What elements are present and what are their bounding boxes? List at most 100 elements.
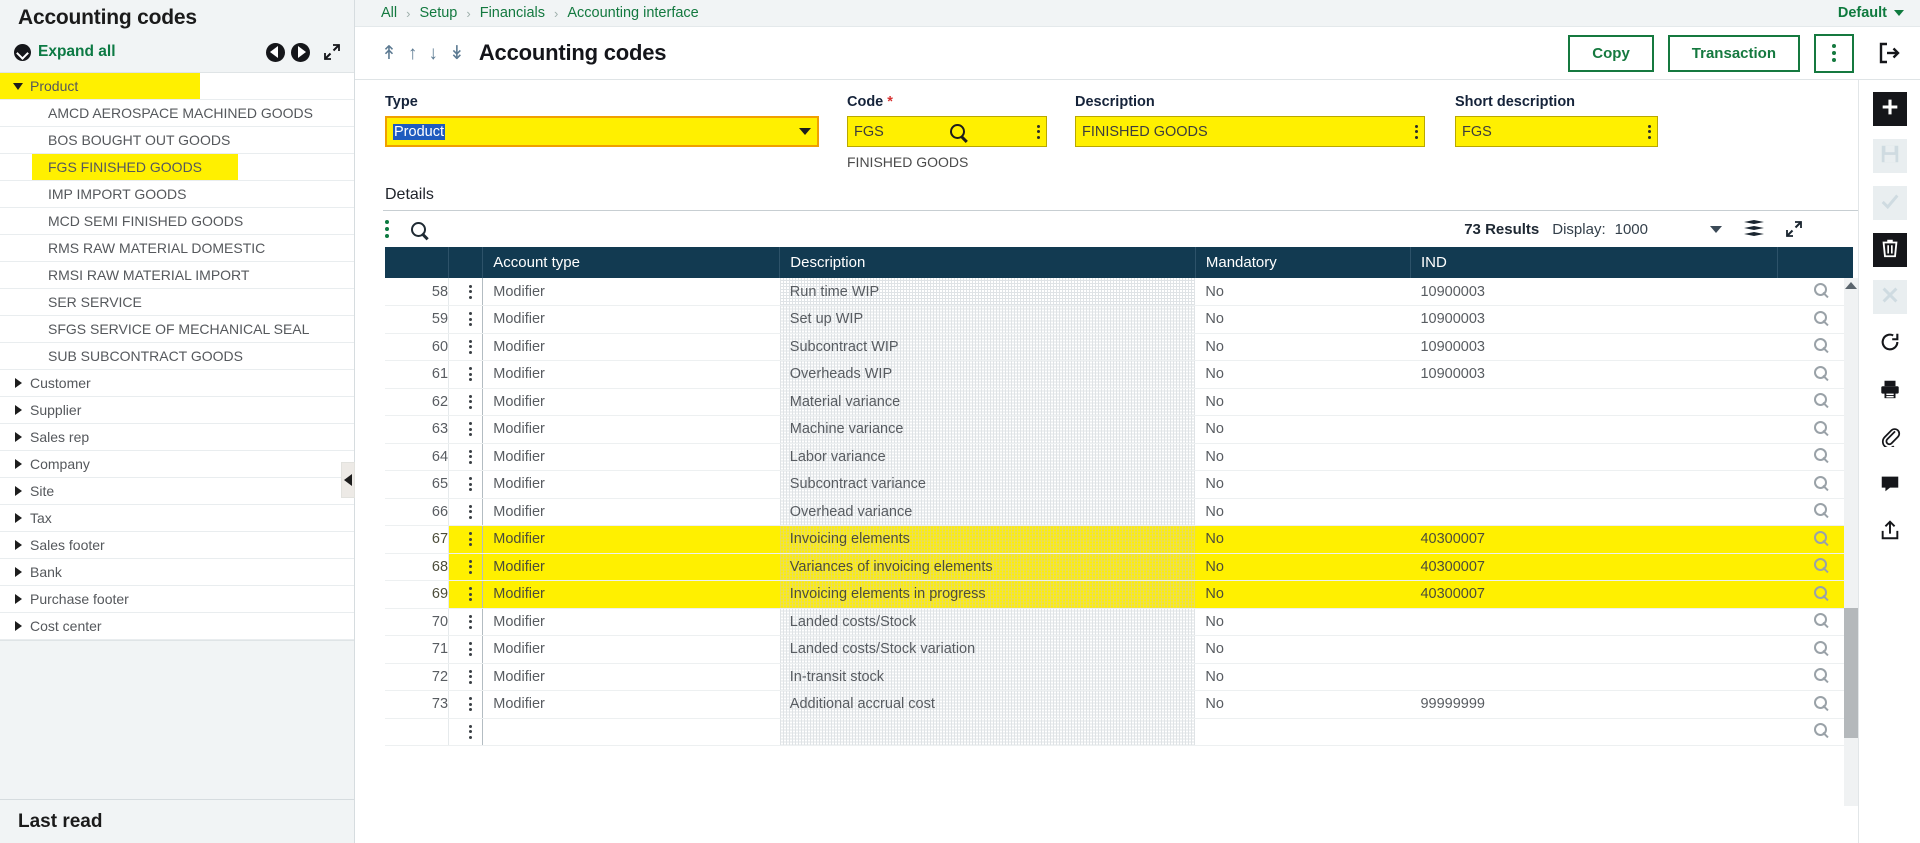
type-input[interactable]: Product [385, 116, 819, 147]
caret-right-icon[interactable] [10, 405, 26, 415]
table-row[interactable]: 63ModifierMachine varianceNo [385, 416, 1853, 444]
cell-actions[interactable] [1777, 443, 1853, 471]
sidebar-tree-item[interactable]: Supplier [0, 397, 354, 424]
sidebar-tree-item[interactable]: Tax [0, 505, 354, 532]
cell-account-type[interactable]: Modifier [483, 553, 780, 581]
col-mandatory[interactable]: Mandatory [1195, 247, 1410, 278]
caret-right-icon[interactable] [10, 486, 26, 496]
table-row[interactable]: 73ModifierAdditional accrual costNo99999… [385, 691, 1853, 719]
logout-icon[interactable] [1876, 40, 1902, 66]
caret-down-icon[interactable] [10, 83, 26, 90]
table-row[interactable]: 70ModifierLanded costs/StockNo [385, 608, 1853, 636]
search-icon[interactable] [1814, 696, 1827, 709]
row-menu-cell[interactable] [449, 443, 483, 471]
kebab-menu-icon[interactable] [459, 395, 482, 409]
cell-account-type[interactable]: Modifier [483, 443, 780, 471]
expand-all-button[interactable]: Expand all [14, 43, 116, 61]
expand-arrows-icon[interactable] [322, 42, 342, 62]
delete-button[interactable] [1873, 233, 1907, 267]
first-record-icon[interactable]: ↟ [381, 44, 397, 63]
cell-actions[interactable] [1777, 388, 1853, 416]
cell-description[interactable]: Landed costs/Stock [780, 608, 1196, 636]
cell-ind[interactable]: 10900003 [1410, 333, 1777, 361]
table-row[interactable]: 67ModifierInvoicing elementsNo40300007 [385, 526, 1853, 554]
breadcrumb-item-all[interactable]: All [381, 5, 397, 21]
cell-ind[interactable] [1410, 498, 1777, 526]
search-icon[interactable] [1814, 366, 1827, 379]
grid-menu-icon[interactable] [385, 220, 389, 238]
kebab-menu-icon[interactable] [459, 340, 482, 354]
caret-right-icon[interactable] [10, 432, 26, 442]
cell-actions[interactable] [1777, 663, 1853, 691]
search-icon[interactable] [1814, 558, 1827, 571]
breadcrumb-item-setup[interactable]: Setup [419, 5, 457, 21]
kebab-menu-icon[interactable] [459, 312, 482, 326]
search-icon[interactable] [1814, 311, 1827, 324]
cell-account-type[interactable]: Modifier [483, 581, 780, 609]
add-button[interactable] [1873, 92, 1907, 126]
row-menu-cell[interactable] [449, 636, 483, 664]
cell-ind[interactable] [1410, 718, 1777, 746]
row-menu-cell[interactable] [449, 718, 483, 746]
cell-description[interactable]: Invoicing elements in progress [780, 581, 1196, 609]
code-input[interactable]: FGS [847, 116, 1047, 147]
search-icon[interactable] [1814, 393, 1827, 406]
cell-mandatory[interactable]: No [1195, 498, 1410, 526]
sidebar-tree-item[interactable]: IMP IMPORT GOODS [0, 181, 354, 208]
table-row[interactable]: 61ModifierOverheads WIPNo10900003 [385, 361, 1853, 389]
cell-ind[interactable] [1410, 471, 1777, 499]
cell-ind[interactable]: 10900003 [1410, 306, 1777, 334]
cell-ind[interactable] [1410, 663, 1777, 691]
kebab-menu-icon[interactable] [459, 532, 482, 546]
kebab-menu-icon[interactable] [1642, 125, 1651, 139]
table-row[interactable]: 72ModifierIn-transit stockNo [385, 663, 1853, 691]
row-menu-cell[interactable] [449, 526, 483, 554]
row-menu-cell[interactable] [449, 691, 483, 719]
caret-right-icon[interactable] [10, 513, 26, 523]
cell-mandatory[interactable]: No [1195, 416, 1410, 444]
row-menu-cell[interactable] [449, 581, 483, 609]
cell-account-type[interactable]: Modifier [483, 663, 780, 691]
sidebar-tree-item[interactable]: BOS BOUGHT OUT GOODS [0, 127, 354, 154]
cell-actions[interactable] [1777, 498, 1853, 526]
cell-description[interactable] [780, 718, 1196, 746]
cell-mandatory[interactable]: No [1195, 608, 1410, 636]
kebab-menu-icon[interactable] [459, 367, 482, 381]
row-menu-cell[interactable] [449, 608, 483, 636]
cell-ind[interactable] [1410, 388, 1777, 416]
cell-account-type[interactable]: Modifier [483, 526, 780, 554]
cell-actions[interactable] [1777, 333, 1853, 361]
cell-actions[interactable] [1777, 526, 1853, 554]
caret-right-icon[interactable] [10, 378, 26, 388]
table-row[interactable]: 69ModifierInvoicing elements in progress… [385, 581, 1853, 609]
cell-description[interactable]: Set up WIP [780, 306, 1196, 334]
export-button[interactable] [1873, 515, 1907, 549]
breadcrumb-item-financials[interactable]: Financials [480, 5, 545, 21]
cell-actions[interactable] [1777, 718, 1853, 746]
row-menu-cell[interactable] [449, 471, 483, 499]
more-actions-button[interactable] [1814, 34, 1854, 73]
attachment-button[interactable] [1873, 421, 1907, 455]
search-icon[interactable] [1814, 723, 1827, 736]
display-value[interactable]: 1000 [1615, 221, 1648, 238]
search-icon[interactable] [1814, 338, 1827, 351]
row-menu-cell[interactable] [449, 306, 483, 334]
cell-description[interactable]: Machine variance [780, 416, 1196, 444]
grid-search-icon[interactable] [411, 222, 426, 237]
cell-mandatory[interactable]: No [1195, 691, 1410, 719]
sidebar-tree-item[interactable]: MCD SEMI FINISHED GOODS [0, 208, 354, 235]
cell-ind[interactable]: 40300007 [1410, 581, 1777, 609]
cell-ind[interactable]: 10900003 [1410, 361, 1777, 389]
cell-description[interactable]: In-transit stock [780, 663, 1196, 691]
description-input[interactable]: FINISHED GOODS [1075, 116, 1425, 147]
previous-record-icon[interactable]: ↑ [408, 44, 418, 63]
row-menu-cell[interactable] [449, 498, 483, 526]
sidebar-tree-item[interactable]: Bank [0, 559, 354, 586]
sidebar-tree-item[interactable]: RMSI RAW MATERIAL IMPORT [0, 262, 354, 289]
sidebar-tree-item[interactable]: SUB SUBCONTRACT GOODS [0, 343, 354, 370]
cell-mandatory[interactable]: No [1195, 553, 1410, 581]
cell-actions[interactable] [1777, 416, 1853, 444]
cell-account-type[interactable]: Modifier [483, 608, 780, 636]
comment-button[interactable] [1873, 468, 1907, 502]
row-menu-cell[interactable] [449, 333, 483, 361]
